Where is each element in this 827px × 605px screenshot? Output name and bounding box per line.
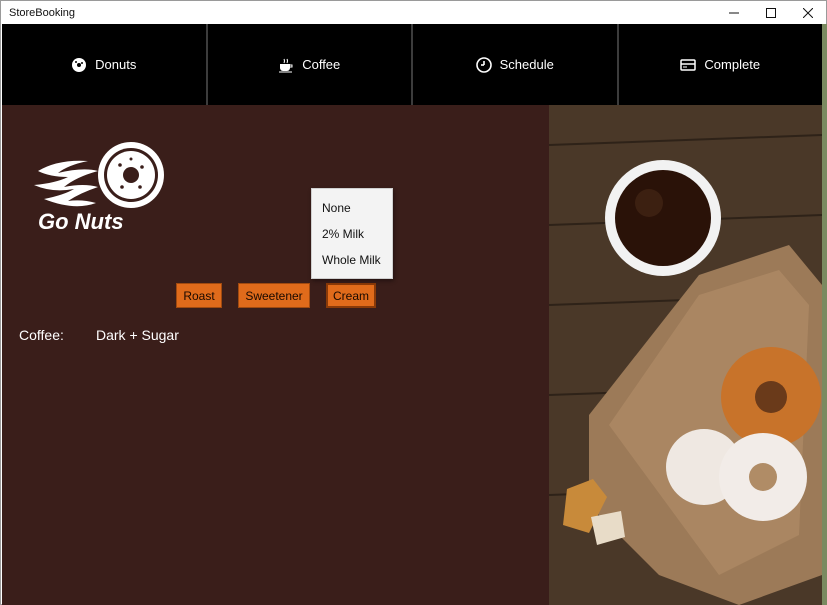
cream-option-2-milk[interactable]: 2% Milk xyxy=(312,221,392,247)
nav-donuts[interactable]: Donuts xyxy=(2,24,208,105)
minimize-button[interactable] xyxy=(715,1,752,24)
roast-button[interactable]: Roast xyxy=(176,283,222,308)
logo-text: Go Nuts xyxy=(38,209,124,234)
donut-icon xyxy=(71,57,87,73)
maximize-icon xyxy=(765,7,776,18)
nav-schedule[interactable]: Schedule xyxy=(413,24,619,105)
sweetener-button[interactable]: Sweetener xyxy=(238,283,310,308)
desktop-background-strip xyxy=(822,24,827,605)
coffee-donuts-photo xyxy=(549,105,822,605)
nav-donuts-label: Donuts xyxy=(95,57,137,72)
coffee-cup-icon xyxy=(278,57,294,73)
cream-option-none[interactable]: None xyxy=(312,195,392,221)
window-title: StoreBooking xyxy=(9,6,76,19)
cream-dropdown: None 2% Milk Whole Milk xyxy=(311,188,393,279)
title-bar: StoreBooking xyxy=(1,1,826,24)
nav-coffee[interactable]: Coffee xyxy=(208,24,413,105)
close-button[interactable] xyxy=(789,1,826,24)
cream-button[interactable]: Cream xyxy=(326,283,376,308)
nav-complete-label: Complete xyxy=(704,57,761,72)
summary-label: Coffee: xyxy=(19,327,64,343)
main-nav: Donuts Coffee Schedule Complete xyxy=(2,24,822,105)
maximize-button[interactable] xyxy=(752,1,789,24)
nav-schedule-label: Schedule xyxy=(499,57,554,72)
go-nuts-logo: Go Nuts xyxy=(34,142,164,234)
summary-value: Dark + Sugar xyxy=(96,327,179,343)
minimize-icon xyxy=(728,12,739,13)
cream-option-whole-milk[interactable]: Whole Milk xyxy=(312,247,392,273)
close-icon xyxy=(802,7,813,18)
nav-coffee-label: Coffee xyxy=(302,57,341,72)
credit-card-icon xyxy=(680,57,697,73)
nav-complete[interactable]: Complete xyxy=(619,24,823,105)
app-window: StoreBooking Donuts Coffee Schedule Comp… xyxy=(0,0,827,605)
clock-icon xyxy=(475,56,492,73)
content-panel: Go Nuts Roast Sweetener Cream None 2% Mi… xyxy=(2,105,549,605)
